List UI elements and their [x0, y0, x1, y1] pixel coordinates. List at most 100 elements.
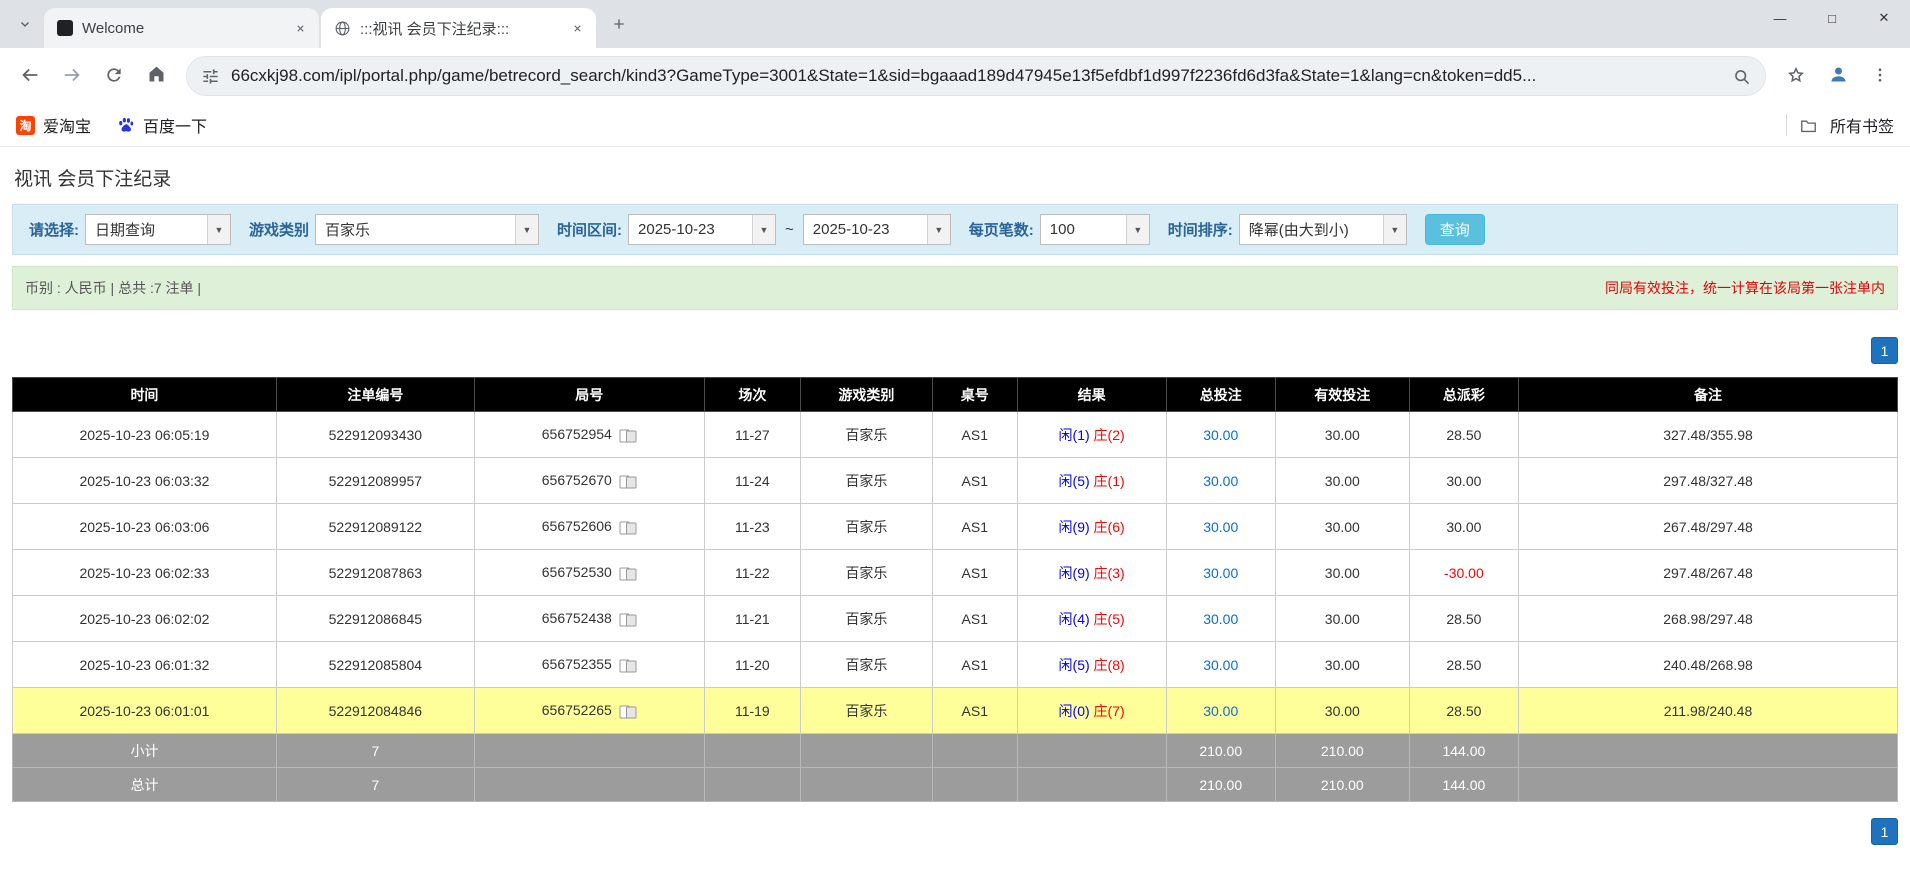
game-type-cell: 百家乐	[800, 504, 932, 550]
page-1-button[interactable]: 1	[1871, 818, 1898, 845]
query-type-combobox[interactable]: 日期查询 ▼	[85, 214, 231, 245]
chevron-down-icon[interactable]: ▼	[752, 215, 775, 244]
close-icon: ✕	[1879, 10, 1890, 26]
page-1-button[interactable]: 1	[1871, 337, 1898, 364]
round-cell: 656752438	[474, 596, 704, 642]
total-bet-link[interactable]: 30.00	[1203, 703, 1238, 719]
chevron-down-icon[interactable]: ▼	[927, 215, 950, 244]
summary-notice: 同局有效投注，统一计算在该局第一张注单内	[1605, 278, 1885, 298]
summary-cell	[800, 768, 932, 802]
home-button[interactable]	[136, 56, 176, 96]
total-bet-link[interactable]: 30.00	[1203, 427, 1238, 443]
tab-welcome[interactable]: Welcome	[44, 8, 319, 48]
address-bar[interactable]: 66cxkj98.com/ipl/portal.php/game/betreco…	[186, 56, 1766, 96]
total-bet-cell: 30.00	[1166, 550, 1275, 596]
new-tab-button[interactable]	[604, 10, 634, 40]
chevron-down-icon[interactable]: ▼	[207, 215, 230, 244]
total-bet-link[interactable]: 30.00	[1203, 565, 1238, 581]
result-cell: 闲(5) 庄(8)	[1017, 642, 1166, 688]
game-type-cell: 百家乐	[800, 458, 932, 504]
note-cell: 297.48/267.48	[1519, 550, 1898, 596]
view-result-icon[interactable]	[619, 429, 637, 443]
summary-cell	[474, 734, 704, 768]
summary-cell	[1017, 768, 1166, 802]
payout-cell: 30.00	[1409, 458, 1518, 504]
all-bookmarks-button[interactable]: 所有书签	[1786, 113, 1894, 137]
tab-close-icon[interactable]	[290, 18, 311, 39]
view-result-icon[interactable]	[619, 475, 637, 489]
total-bet-link[interactable]: 30.00	[1203, 657, 1238, 673]
bet-id-cell: 522912089957	[276, 458, 474, 504]
chevron-down-icon[interactable]: ▼	[515, 215, 538, 244]
view-result-icon[interactable]	[619, 659, 637, 673]
view-result-icon[interactable]	[619, 613, 637, 627]
total-bet-cell: 30.00	[1166, 504, 1275, 550]
minimize-button[interactable]: —	[1754, 0, 1806, 36]
search-button[interactable]: 查询	[1425, 214, 1485, 245]
date-to-combobox[interactable]: 2025-10-23 ▼	[803, 214, 951, 245]
page-size-label: 每页笔数:	[969, 219, 1034, 240]
currency-summary: 币别 : 人民币 | 总共 :7 注单 |	[25, 278, 201, 298]
chevron-down-icon[interactable]: ▼	[1383, 215, 1406, 244]
url-text: 66cxkj98.com/ipl/portal.php/game/betreco…	[231, 66, 1721, 86]
view-result-icon[interactable]	[619, 567, 637, 581]
summary-cell	[932, 768, 1017, 802]
column-header: 时间	[13, 378, 277, 412]
maximize-button[interactable]: □	[1806, 0, 1858, 36]
summary-cell: 144.00	[1409, 768, 1518, 802]
total-bet-cell: 30.00	[1166, 642, 1275, 688]
game-type-combobox[interactable]: 百家乐 ▼	[315, 214, 539, 245]
column-header: 局号	[474, 378, 704, 412]
menu-button[interactable]	[1860, 56, 1900, 96]
view-result-icon[interactable]	[619, 521, 637, 535]
bookmark-label: 百度一下	[143, 113, 207, 137]
zoom-icon[interactable]	[1732, 67, 1751, 86]
summary-cell	[1519, 734, 1898, 768]
table-no-cell: AS1	[932, 642, 1017, 688]
sort-combobox[interactable]: 降幂(由大到小) ▼	[1239, 214, 1407, 245]
back-button[interactable]	[10, 56, 50, 96]
page-size-combobox[interactable]: 100 ▼	[1040, 214, 1150, 245]
valid-bet-cell: 30.00	[1275, 642, 1409, 688]
note-cell: 267.48/297.48	[1519, 504, 1898, 550]
summary-cell: 7	[276, 768, 474, 802]
bookmark-star-button[interactable]	[1776, 56, 1816, 96]
time-cell: 2025-10-23 06:01:32	[13, 642, 277, 688]
table-footer: 小计7210.00210.00144.00总计7210.00210.00144.…	[13, 734, 1898, 802]
tab-close-icon[interactable]	[567, 18, 588, 39]
date-from-combobox[interactable]: 2025-10-23 ▼	[628, 214, 776, 245]
forward-icon	[61, 64, 83, 89]
reload-button[interactable]	[94, 56, 134, 96]
valid-bet-cell: 30.00	[1275, 688, 1409, 734]
round-number: 656752670	[542, 472, 612, 488]
round-number: 656752438	[542, 610, 612, 626]
tab-bet-record[interactable]: :::视讯 会员下注纪录:::	[321, 8, 596, 48]
chevron-down-icon[interactable]: ▼	[1126, 215, 1149, 244]
bookmark-baidu[interactable]: 百度一下	[117, 113, 207, 137]
note-cell: 240.48/268.98	[1519, 642, 1898, 688]
baidu-icon	[117, 116, 135, 134]
close-button[interactable]: ✕	[1858, 0, 1910, 36]
forward-button[interactable]	[52, 56, 92, 96]
total-bet-link[interactable]: 30.00	[1203, 519, 1238, 535]
total-bet-link[interactable]: 30.00	[1203, 473, 1238, 489]
round-cell: 656752606	[474, 504, 704, 550]
site-settings-icon[interactable]	[201, 67, 220, 86]
all-bookmarks-label: 所有书签	[1830, 113, 1894, 137]
profile-button[interactable]	[1818, 56, 1858, 96]
summary-cell: 210.00	[1275, 734, 1409, 768]
session-cell: 11-23	[704, 504, 800, 550]
note-cell: 211.98/240.48	[1519, 688, 1898, 734]
bookmark-aitaobao[interactable]: 淘 爱淘宝	[16, 113, 91, 137]
time-cell: 2025-10-23 06:01:01	[13, 688, 277, 734]
view-result-icon[interactable]	[619, 705, 637, 719]
round-cell: 656752670	[474, 458, 704, 504]
tab-search-button[interactable]	[10, 10, 40, 40]
round-cell: 656752530	[474, 550, 704, 596]
note-cell: 297.48/327.48	[1519, 458, 1898, 504]
game-type-cell: 百家乐	[800, 688, 932, 734]
table-header-row: 时间注单编号局号场次游戏类别桌号结果总投注有效投注总派彩备注	[13, 378, 1898, 412]
banker-result: 庄(8)	[1094, 657, 1125, 673]
banker-result: 庄(5)	[1094, 611, 1125, 627]
total-bet-link[interactable]: 30.00	[1203, 611, 1238, 627]
